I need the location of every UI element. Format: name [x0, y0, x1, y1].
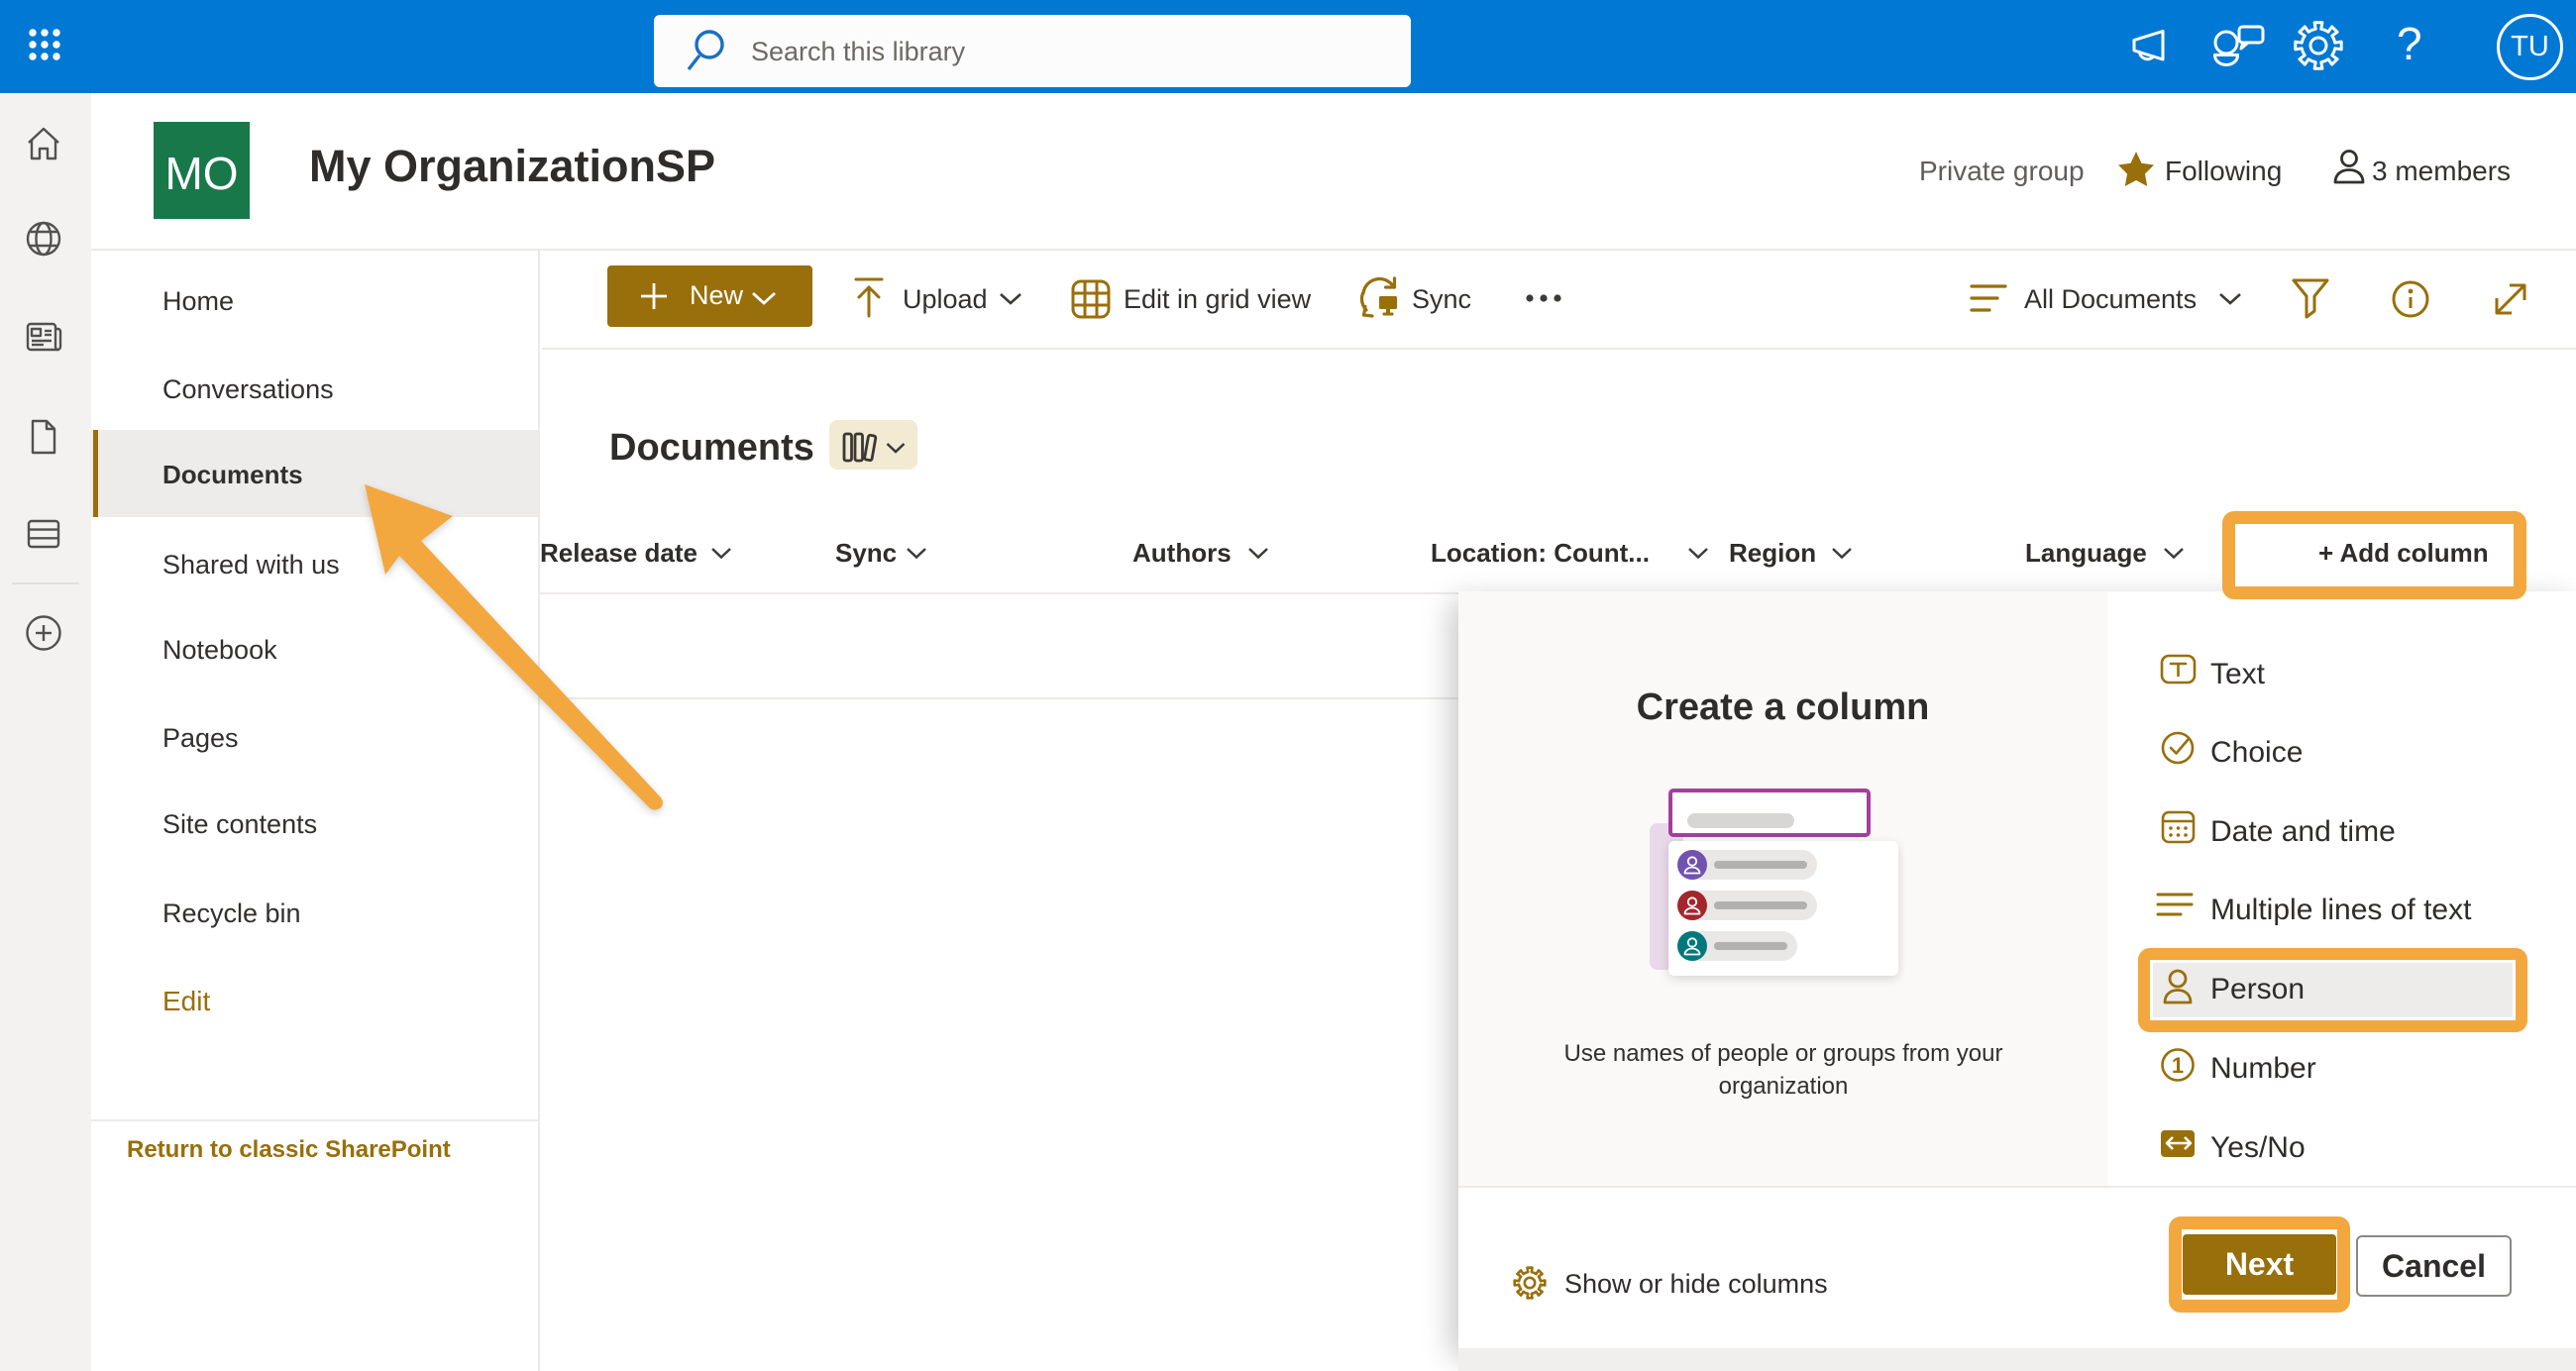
svg-text:1: 1	[2172, 1053, 2184, 1078]
